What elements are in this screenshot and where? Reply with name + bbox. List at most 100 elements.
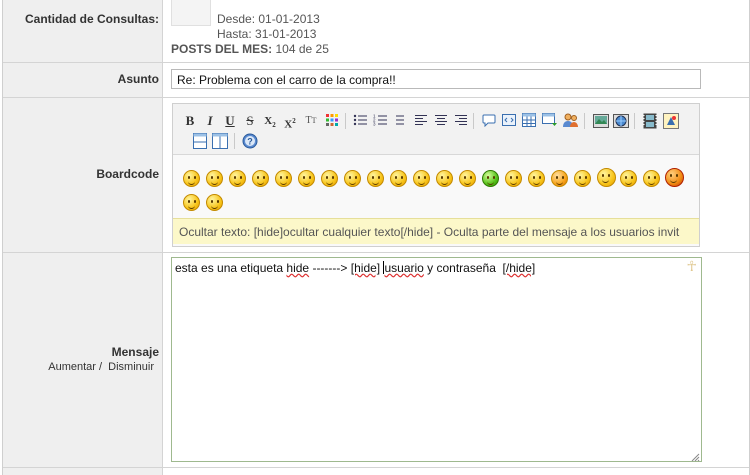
smiley-cool-icon[interactable] bbox=[183, 170, 200, 187]
avatar bbox=[171, 0, 211, 26]
image-icon[interactable] bbox=[593, 113, 609, 129]
toolbar-divider bbox=[473, 113, 474, 129]
label-cell bbox=[3, 468, 163, 475]
message-text-4: y bbox=[423, 261, 437, 275]
row-consultas: Cantidad de Consultas: Desde: 01-01-2013… bbox=[3, 0, 749, 63]
message-textarea[interactable]: esta es una etiqueta hide -------> [hide… bbox=[171, 257, 702, 462]
smiley-kiss-icon[interactable] bbox=[551, 170, 568, 187]
smiley-eek-icon[interactable] bbox=[528, 170, 545, 187]
posts-label: POSTS DEL MES: bbox=[171, 42, 273, 56]
horizontal-split-icon[interactable] bbox=[192, 133, 208, 149]
italic-icon[interactable]: I bbox=[202, 113, 218, 129]
label-cell: Cantidad de Consultas: bbox=[3, 0, 163, 62]
smiley-grin-icon[interactable] bbox=[252, 170, 269, 187]
row-asunto: Asunto Re: Problema con el carro de la c… bbox=[3, 63, 749, 98]
align-left-icon[interactable] bbox=[413, 113, 429, 129]
list-icon[interactable] bbox=[392, 113, 408, 129]
smiley-surprised-icon[interactable] bbox=[390, 170, 407, 187]
message-text-5 bbox=[496, 261, 503, 275]
smiley-rolleyes-icon[interactable] bbox=[367, 170, 384, 187]
film-icon[interactable] bbox=[642, 113, 658, 129]
message-content: esta es una etiqueta hide -------> [hide… bbox=[175, 261, 535, 275]
smiley-tongue-icon[interactable] bbox=[321, 170, 338, 187]
smiley-dizzy-icon[interactable] bbox=[183, 194, 200, 211]
svg-text:?: ? bbox=[247, 137, 253, 147]
toolbar-divider bbox=[584, 113, 585, 129]
align-center-icon[interactable] bbox=[433, 113, 449, 129]
smiley-closed-eyes-icon[interactable] bbox=[206, 194, 223, 211]
aumentar-link[interactable]: Aumentar bbox=[48, 361, 96, 373]
smiley-laugh-icon[interactable] bbox=[459, 170, 476, 187]
window-arrow-icon[interactable] bbox=[542, 113, 558, 129]
message-word-contrasena: contraseña bbox=[436, 261, 496, 275]
speech-bubble-icon[interactable] bbox=[481, 113, 497, 129]
message-word-hide: hide bbox=[286, 261, 310, 275]
smiley-devil-icon[interactable] bbox=[665, 168, 684, 187]
mensaje-label: Mensaje bbox=[111, 345, 159, 359]
asunto-label: Asunto bbox=[117, 72, 159, 86]
globe-link-icon[interactable] bbox=[613, 113, 629, 129]
label-cell: Asunto bbox=[3, 63, 163, 97]
desde-text: Desde: 01-01-2013 bbox=[217, 12, 320, 26]
bold-icon[interactable]: B bbox=[182, 113, 198, 129]
toolbar-divider bbox=[234, 133, 235, 149]
help-icon[interactable]: ? bbox=[242, 133, 258, 149]
underline-icon[interactable]: U bbox=[222, 113, 238, 129]
row-next bbox=[3, 468, 749, 475]
format-toolbar: B I U S X2 X2 TT 123 ? bbox=[173, 104, 699, 155]
flash-icon[interactable] bbox=[663, 113, 679, 129]
smiley-confused-icon[interactable] bbox=[436, 170, 453, 187]
posts-line: POSTS DEL MES: 104 de 25 bbox=[171, 42, 329, 56]
boardcode-panel: B I U S X2 X2 TT 123 ? Ocultar texto: [h… bbox=[172, 103, 700, 247]
smiley-bigeyes-icon[interactable] bbox=[597, 168, 616, 187]
toolbar-divider bbox=[345, 113, 346, 129]
smiley-shocked-icon[interactable] bbox=[413, 170, 430, 187]
columns-icon[interactable] bbox=[212, 133, 228, 149]
label-cell: Mensaje Aumentar / Disminuir bbox=[3, 253, 163, 467]
smiley-sick-icon[interactable] bbox=[482, 170, 499, 187]
disminuir-link[interactable]: Disminuir bbox=[108, 361, 154, 373]
smiley-happy-icon[interactable] bbox=[275, 170, 292, 187]
smiley-panel bbox=[173, 155, 699, 217]
message-text-2: -------> bbox=[309, 261, 351, 275]
smiley-frown-icon[interactable] bbox=[643, 170, 660, 187]
message-tag-close: [/hide] bbox=[502, 261, 536, 275]
strikethrough-icon[interactable]: S bbox=[242, 113, 258, 129]
superscript-icon[interactable]: X2 bbox=[282, 113, 298, 131]
hasta-text: Hasta: 31-01-2013 bbox=[217, 27, 317, 41]
font-size-icon[interactable]: TT bbox=[303, 113, 319, 129]
mensaje-cell: esta es una etiqueta hide -------> [hide… bbox=[163, 253, 749, 467]
message-word-usuario: usuario bbox=[384, 261, 424, 275]
boardcode-cell: B I U S X2 X2 TT 123 ? Ocultar texto: [h… bbox=[163, 98, 749, 252]
posts-value: 104 de 25 bbox=[275, 42, 329, 56]
smiley-smile-icon[interactable] bbox=[229, 170, 246, 187]
code-icon[interactable] bbox=[501, 113, 517, 129]
smiley-oh-icon[interactable] bbox=[574, 170, 591, 187]
message-tag-open: [hide] bbox=[350, 261, 381, 275]
next-cell bbox=[163, 468, 749, 475]
consultas-cell: Desde: 01-01-2013 Hasta: 31-01-2013 POST… bbox=[163, 0, 749, 62]
toolbar-divider bbox=[634, 113, 635, 129]
ankh-icon: ☥ bbox=[686, 258, 697, 274]
boardcode-label: Boardcode bbox=[96, 167, 159, 181]
smiley-neutral-icon[interactable] bbox=[620, 170, 637, 187]
subject-input[interactable]: Re: Problema con el carro de la compra!! bbox=[171, 69, 701, 89]
resize-separator: / bbox=[99, 361, 103, 373]
resize-grip-icon[interactable] bbox=[691, 451, 700, 462]
numbered-list-icon[interactable]: 123 bbox=[372, 113, 388, 129]
smiley-sad-icon[interactable] bbox=[206, 170, 223, 187]
align-right-icon[interactable] bbox=[453, 113, 469, 129]
users-icon[interactable] bbox=[563, 113, 579, 129]
smiley-wink-icon[interactable] bbox=[298, 170, 315, 187]
boardcode-hint: Ocultar texto: [hide]ocultar cualquier t… bbox=[173, 218, 699, 244]
bullet-list-icon[interactable] bbox=[352, 113, 368, 129]
color-grid-icon[interactable] bbox=[324, 113, 340, 129]
smiley-angry-icon[interactable] bbox=[344, 170, 361, 187]
post-form: Cantidad de Consultas: Desde: 01-01-2013… bbox=[2, 0, 750, 475]
table-icon[interactable] bbox=[521, 113, 537, 129]
smiley-embarrassed-icon[interactable] bbox=[505, 170, 522, 187]
asunto-cell: Re: Problema con el carro de la compra!! bbox=[163, 63, 749, 97]
svg-text:3: 3 bbox=[373, 122, 376, 127]
row-mensaje: Mensaje Aumentar / Disminuir esta es una… bbox=[3, 253, 749, 468]
subscript-icon[interactable]: X2 bbox=[262, 113, 278, 129]
